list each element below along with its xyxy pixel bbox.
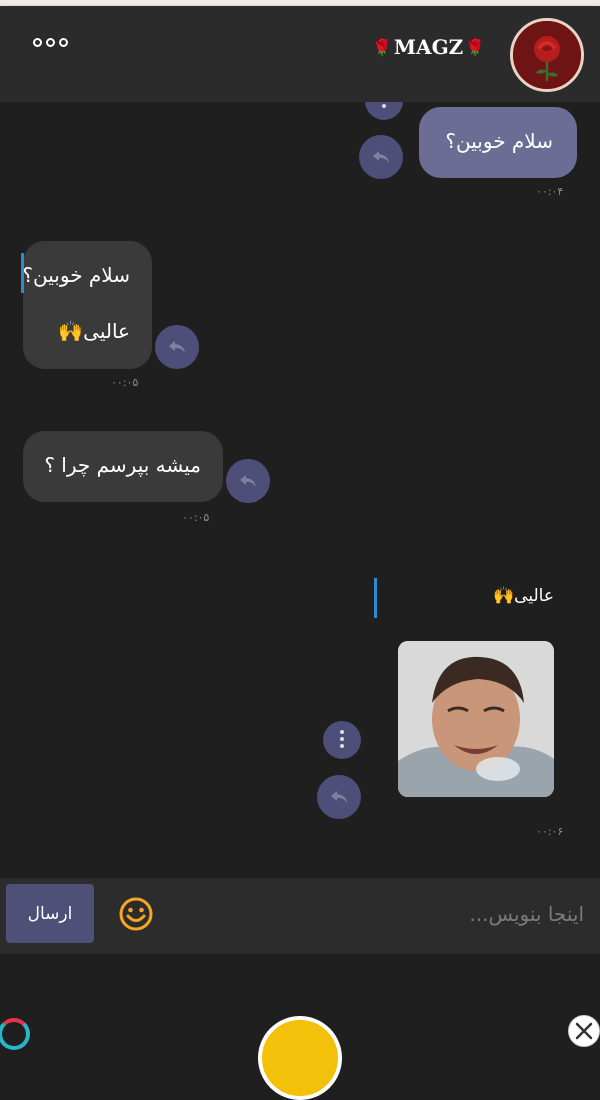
chat-title: 🌹 MAGZ 🌹	[372, 32, 485, 62]
message-time: ۰۰:۰۴	[536, 185, 564, 198]
ad-logo-icon	[0, 1018, 30, 1050]
message-bubble-outgoing[interactable]: سلام خوبین؟	[419, 107, 577, 178]
message-time: ۰۰:۰۵	[111, 376, 139, 389]
message-text: میشه بپرسم چرا ؟	[44, 453, 201, 477]
quote-bar	[374, 578, 377, 618]
message-bubble-incoming[interactable]: میشه بپرسم چرا ؟	[23, 431, 223, 502]
rose-emoji-left: 🌹	[372, 37, 392, 57]
chat-header: 🌹 MAGZ 🌹	[0, 6, 600, 102]
floating-action-button[interactable]	[258, 1016, 342, 1100]
bottom-ad-area	[0, 954, 600, 1100]
send-button[interactable]: ارسال	[6, 884, 94, 943]
message-text: عالیی🙌	[58, 319, 130, 343]
message-image[interactable]	[398, 641, 554, 797]
reply-icon[interactable]	[359, 135, 403, 179]
message-options-icon[interactable]	[323, 721, 361, 759]
message-options-icon[interactable]	[365, 102, 403, 120]
reply-icon[interactable]	[317, 775, 361, 819]
message-time: ۰۰:۰۶	[536, 825, 564, 838]
message-bubble-incoming[interactable]: سلام خوبین؟ عالیی🙌	[22, 241, 152, 369]
message-list[interactable]: سلام خوبین؟ ۰۰:۰۴ سلام خوبین؟ عالیی🙌 ۰۰:…	[0, 102, 600, 878]
reply-icon[interactable]	[155, 325, 199, 369]
photo-laughing-man	[398, 641, 554, 797]
rose-emoji-right: 🌹	[465, 37, 486, 57]
message-composer: ارسال	[0, 878, 600, 954]
quoted-text: عالیی🙌	[493, 586, 554, 606]
message-input[interactable]	[170, 892, 584, 936]
chat-title-text: MAGZ	[393, 35, 464, 59]
rose-icon	[513, 21, 581, 89]
avatar[interactable]	[510, 18, 584, 92]
smiley-icon[interactable]	[118, 896, 154, 932]
more-options-icon[interactable]	[33, 38, 69, 52]
quote-bar	[21, 253, 24, 293]
message-time: ۰۰:۰۵	[182, 511, 210, 524]
quoted-text: سلام خوبین؟	[22, 263, 130, 287]
close-icon[interactable]	[568, 1015, 600, 1047]
message-text: سلام خوبین؟	[445, 129, 553, 153]
reply-icon[interactable]	[226, 459, 270, 503]
